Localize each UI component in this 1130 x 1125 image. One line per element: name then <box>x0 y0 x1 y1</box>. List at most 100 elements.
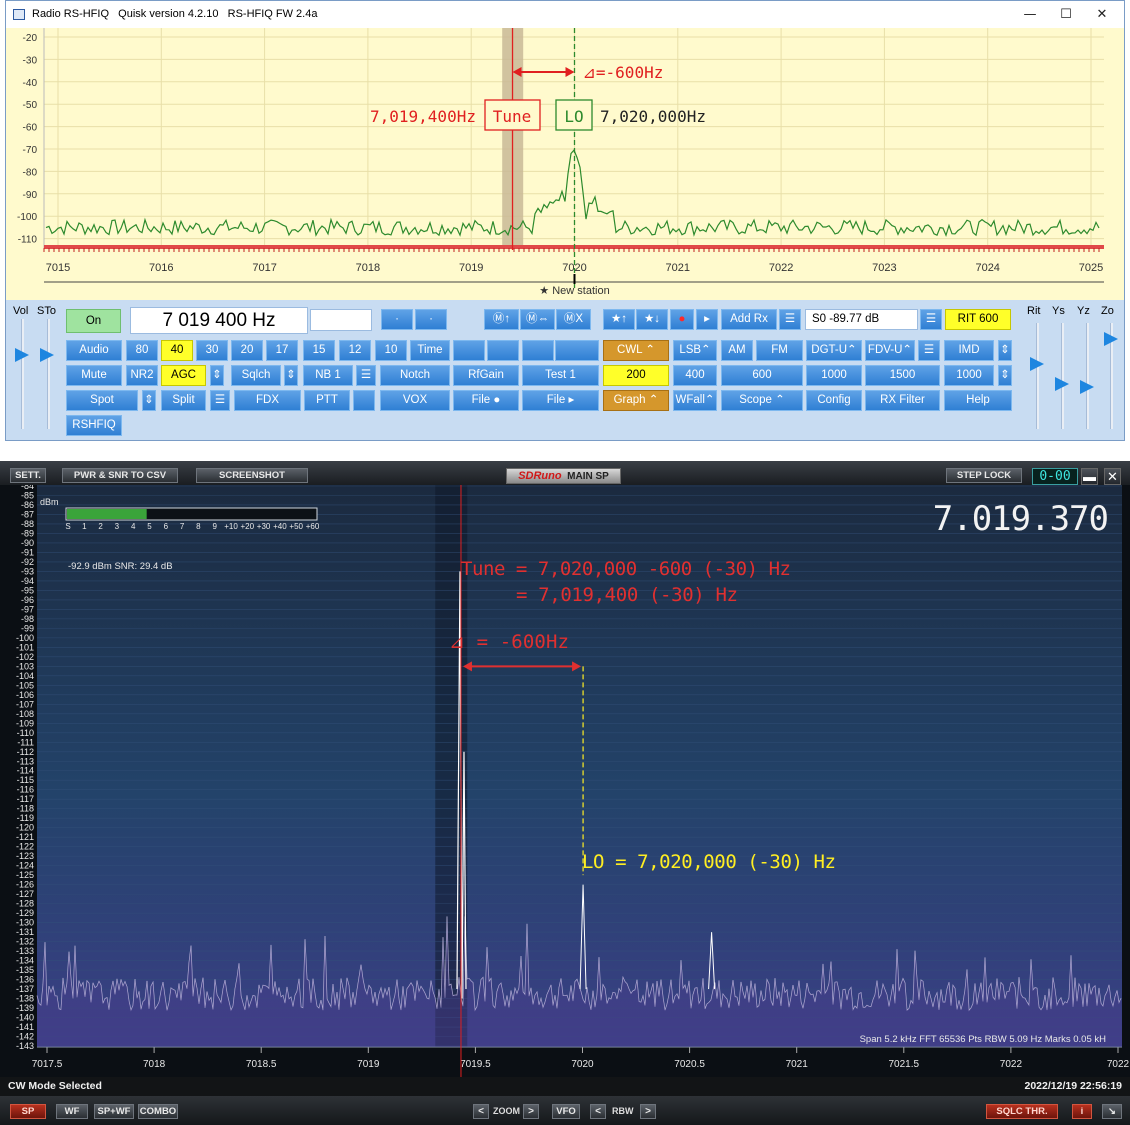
step-lock-button[interactable]: STEP LOCK <box>946 468 1022 483</box>
filter-custom-button[interactable]: 1000 <box>944 365 994 386</box>
sto-slider[interactable] <box>47 319 50 429</box>
nr2-button[interactable]: NR2 <box>126 365 158 386</box>
band-15-button[interactable]: 15 <box>303 340 335 361</box>
frequency-entry[interactable] <box>310 309 372 331</box>
squelch-button[interactable]: Sqlch <box>231 365 281 386</box>
ptt-button[interactable]: PTT <box>304 390 350 411</box>
dot-button-2[interactable]: · <box>415 309 447 330</box>
sdruno-spectrum[interactable]: -84 -85 -86 -87 -88 -89 -90 -91 -92 -93 -94 -95 -96-… <box>0 485 1130 1095</box>
mem-delete-button[interactable]: ⓂX <box>556 309 591 330</box>
mem-store-button[interactable]: Ⓜ↑ <box>484 309 519 330</box>
zoom-right-button[interactable]: > <box>523 1104 539 1119</box>
vol-slider[interactable] <box>21 319 24 429</box>
record-button[interactable]: ● <box>670 309 694 330</box>
combo-button[interactable]: COMBO <box>138 1104 178 1119</box>
filter-400-button[interactable]: 400 <box>673 365 717 386</box>
close-button[interactable]: ✕ <box>1084 5 1120 25</box>
band-12-button[interactable]: 12 <box>339 340 371 361</box>
band-40-button[interactable]: 40 <box>161 340 193 361</box>
close-icon[interactable]: ✕ <box>1104 468 1121 485</box>
minimize-icon[interactable]: ▬ <box>1081 468 1098 485</box>
help-button[interactable]: Help <box>944 390 1012 411</box>
imd-button[interactable]: IMD <box>944 340 994 361</box>
graph-button[interactable]: Graph ⌃ <box>603 390 669 411</box>
sqlc-threshold-button[interactable]: SQLC THR. <box>986 1104 1058 1119</box>
filter-200-button[interactable]: 200 <box>603 365 669 386</box>
nb-button[interactable]: NB 1 <box>303 365 353 386</box>
quisk-spectrum-graph[interactable]: -20 -30 -40 -50 -60 -70 -80 -90 -100 -110 7015 7016… <box>6 28 1124 300</box>
filter-spin-icon[interactable]: ⇕ <box>998 365 1012 386</box>
band-30-button[interactable]: 30 <box>196 340 228 361</box>
dot-button-1[interactable]: · <box>381 309 413 330</box>
blank-button-2[interactable] <box>487 340 519 361</box>
band-80-button[interactable]: 80 <box>126 340 158 361</box>
fdx-button[interactable]: FDX <box>234 390 301 411</box>
ys-slider-knob[interactable] <box>1055 377 1069 391</box>
filter-1500-button[interactable]: 1500 <box>865 365 940 386</box>
resize-corner-icon[interactable]: ↘ <box>1102 1104 1122 1119</box>
lsb-mode-button[interactable]: LSB⌃ <box>673 340 717 361</box>
frequency-display[interactable]: 7 019 400 Hz <box>130 307 308 334</box>
pwr-snr-csv-button[interactable]: PWR & SNR TO CSV <box>62 468 178 483</box>
band-17-button[interactable]: 17 <box>266 340 298 361</box>
play-button[interactable]: ▸ <box>696 309 718 330</box>
sto-slider-knob[interactable] <box>40 348 54 362</box>
blank-button-4[interactable] <box>555 340 599 361</box>
yz-slider[interactable] <box>1086 323 1089 429</box>
rit-slider-knob[interactable] <box>1030 357 1044 371</box>
vol-slider-knob[interactable] <box>15 348 29 362</box>
vfo-button[interactable]: VFO <box>552 1104 580 1119</box>
scope-button[interactable]: Scope ⌃ <box>721 390 803 411</box>
am-mode-button[interactable]: AM <box>721 340 753 361</box>
zo-slider-knob[interactable] <box>1104 332 1118 346</box>
band-20-button[interactable]: 20 <box>231 340 263 361</box>
sp-wf-button[interactable]: SP+WF <box>94 1104 134 1119</box>
wf-button[interactable]: WF <box>56 1104 88 1119</box>
minimize-button[interactable]: — <box>1012 5 1048 25</box>
rit-button[interactable]: RIT 600 <box>945 309 1011 330</box>
rx-filter-button[interactable]: RX Filter <box>865 390 940 411</box>
zoom-left-button[interactable]: < <box>473 1104 489 1119</box>
fdv-u-mode-button[interactable]: FDV-U⌃ <box>865 340 915 361</box>
imd-spin-icon[interactable]: ⇕ <box>998 340 1012 361</box>
split-button[interactable]: Split <box>161 390 206 411</box>
sp-button[interactable]: SP <box>10 1104 46 1119</box>
fm-mode-button[interactable]: FM <box>756 340 803 361</box>
rbw-right-button[interactable]: > <box>640 1104 656 1119</box>
spot-button[interactable]: Spot <box>66 390 138 411</box>
ys-slider[interactable] <box>1061 323 1064 429</box>
file-record-button[interactable]: File ● <box>453 390 519 411</box>
squelch-spin-icon[interactable]: ⇕ <box>284 365 298 386</box>
on-button[interactable]: On <box>66 309 121 333</box>
file-play-button[interactable]: File ▸ <box>522 390 599 411</box>
split-menu-icon[interactable]: ☰ <box>210 390 230 411</box>
agc-spin-icon[interactable]: ⇕ <box>210 365 224 386</box>
mode-menu-icon[interactable]: ☰ <box>918 340 940 361</box>
agc-button[interactable]: AGC <box>161 365 206 386</box>
yz-slider-knob[interactable] <box>1080 380 1094 394</box>
blank-button-5[interactable] <box>353 390 375 411</box>
rbw-left-button[interactable]: < <box>590 1104 606 1119</box>
quisk-spectrum[interactable]: -20 -30 -40 -50 -60 -70 -80 -90 -100 -110 7015 7016… <box>6 28 1124 300</box>
spot-spin-icon[interactable]: ⇕ <box>142 390 156 411</box>
sdruno-spectrum-graph[interactable]: -84-85-86-87-88-89-90-91-92-93-94-95-96-… <box>0 485 1130 1077</box>
filter-600-button[interactable]: 600 <box>721 365 803 386</box>
blank-button-3[interactable] <box>522 340 554 361</box>
nb-menu-icon[interactable]: ☰ <box>356 365 376 386</box>
rit-slider[interactable] <box>1036 323 1039 429</box>
info-button[interactable]: i <box>1072 1104 1092 1119</box>
waterfall-button[interactable]: WFall⌃ <box>673 390 717 411</box>
vox-button[interactable]: VOX <box>380 390 450 411</box>
dgt-u-mode-button[interactable]: DGT-U⌃ <box>806 340 862 361</box>
add-rx-button[interactable]: Add Rx <box>721 309 777 330</box>
fav-down-button[interactable]: ★↓ <box>636 309 668 330</box>
audio-button[interactable]: Audio <box>66 340 122 361</box>
rfgain-button[interactable]: RfGain <box>453 365 519 386</box>
time-button[interactable]: Time <box>410 340 450 361</box>
screenshot-button[interactable]: SCREENSHOT <box>196 468 308 483</box>
config-button[interactable]: Config <box>806 390 862 411</box>
mute-button[interactable]: Mute <box>66 365 122 386</box>
maximize-button[interactable]: ☐ <box>1048 5 1084 25</box>
settings-button[interactable]: SETT. <box>10 468 46 483</box>
notch-button[interactable]: Notch <box>380 365 450 386</box>
